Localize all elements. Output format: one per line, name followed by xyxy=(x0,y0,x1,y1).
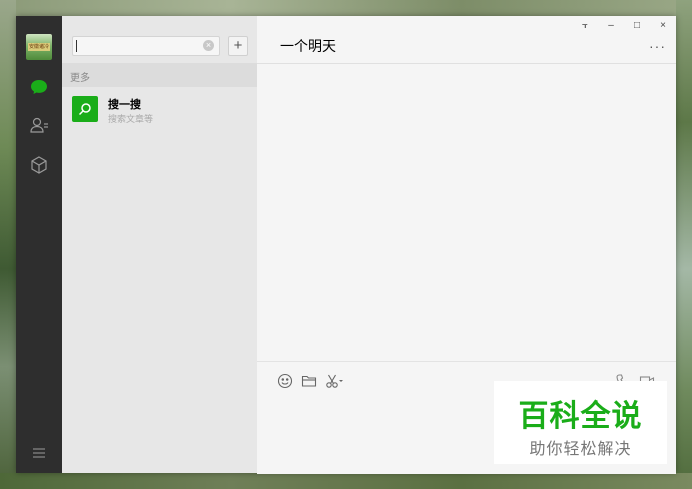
add-chat-button[interactable]: + xyxy=(228,36,248,56)
more-options-button[interactable]: ··· xyxy=(649,38,666,54)
desktop-background-right xyxy=(676,0,692,489)
watermark-logo: 百科全说 助你轻松解决 xyxy=(494,381,667,464)
search-input[interactable] xyxy=(79,38,203,54)
conversation-list-panel: × + 更多 搜一搜 搜索文章等 xyxy=(62,16,257,473)
list-item[interactable]: 搜一搜 搜索文章等 xyxy=(62,87,257,133)
section-header-label: 更多 xyxy=(70,73,90,84)
screenshot-scissors-icon[interactable] xyxy=(325,373,345,389)
text-caret xyxy=(76,40,77,52)
chat-header: 一个明天 ··· xyxy=(257,16,676,64)
sidebar: 安徽诸冷 xyxy=(16,16,62,473)
folder-icon[interactable] xyxy=(301,373,317,389)
list-item-title: 搜一搜 xyxy=(108,99,141,111)
chat-icon[interactable] xyxy=(29,77,49,97)
clear-search-icon[interactable]: × xyxy=(203,40,214,51)
search-box[interactable]: × xyxy=(72,36,220,56)
list-item-subtitle: 搜索文章等 xyxy=(108,114,154,124)
menu-icon[interactable] xyxy=(31,446,47,460)
desktop-background-bottom xyxy=(0,473,692,489)
search-icon xyxy=(72,96,98,122)
collection-box-icon[interactable] xyxy=(29,155,49,175)
desktop-background-left xyxy=(0,0,16,489)
emoji-icon[interactable] xyxy=(277,373,293,389)
desktop-background-top xyxy=(0,0,692,16)
watermark-title: 百科全说 xyxy=(518,400,643,433)
avatar-text: 安徽诸冷 xyxy=(28,43,50,51)
watermark-subtitle: 助你轻松解决 xyxy=(529,441,632,458)
section-header: 更多 xyxy=(62,63,257,87)
avatar[interactable]: 安徽诸冷 xyxy=(26,34,52,60)
contacts-icon[interactable] xyxy=(29,115,49,135)
chat-title: 一个明天 xyxy=(280,38,336,54)
